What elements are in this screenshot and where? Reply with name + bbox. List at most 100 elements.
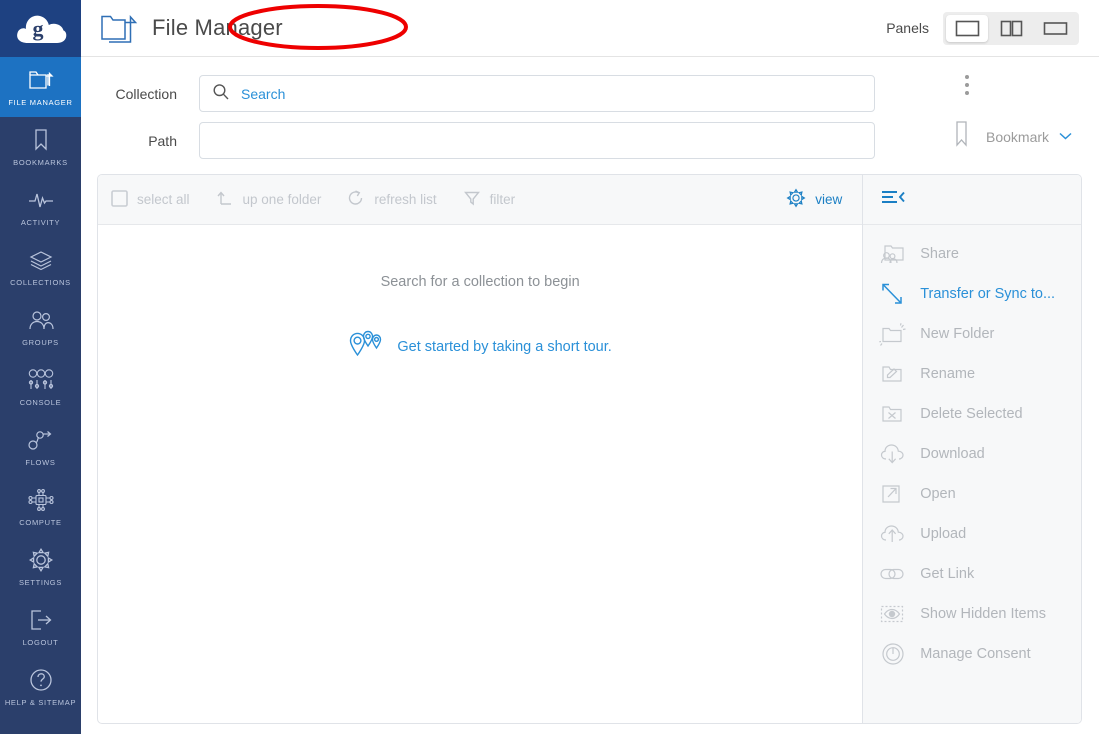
action-label: Get Link bbox=[920, 566, 975, 582]
sidebar-item-label: CONSOLE bbox=[19, 398, 62, 407]
empty-message: Search for a collection to begin bbox=[380, 274, 580, 290]
kebab-dot bbox=[965, 83, 969, 87]
open-external-icon bbox=[878, 482, 908, 506]
flow-nodes-icon bbox=[27, 427, 55, 453]
page-title: File Manager bbox=[152, 15, 283, 40]
sidebar-item-bookmarks[interactable]: BOOKMARKS bbox=[0, 117, 81, 177]
people-icon bbox=[27, 307, 55, 333]
eye-icon bbox=[878, 603, 908, 625]
sidebar-item-label: FLOWS bbox=[25, 458, 56, 467]
question-icon bbox=[28, 667, 54, 693]
sidebar-item-logout[interactable]: LOGOUT bbox=[0, 597, 81, 657]
content-region: File Manager Panels Collection Search Pa… bbox=[81, 0, 1099, 734]
panels-control: Panels bbox=[886, 11, 1079, 45]
share-folder-icon bbox=[878, 242, 908, 266]
sidebar-item-groups[interactable]: GROUPS bbox=[0, 297, 81, 357]
power-icon bbox=[878, 641, 908, 667]
action-manage-consent[interactable]: Manage Consent bbox=[863, 634, 1081, 674]
dual-panel-button[interactable] bbox=[990, 15, 1032, 42]
sidebar-item-label: HELP & SITEMAP bbox=[4, 698, 77, 707]
action-open[interactable]: Open bbox=[863, 474, 1081, 514]
app-root: g FILE MANAGER BOOKMARKS ACTIVITY COLLEC… bbox=[0, 0, 1099, 734]
up-one-folder-label: up one folder bbox=[242, 192, 322, 207]
action-label: Delete Selected bbox=[920, 406, 1023, 422]
path-input[interactable] bbox=[199, 122, 875, 159]
panels-button-group bbox=[943, 11, 1079, 45]
kebab-dot bbox=[965, 75, 969, 79]
sidebar-item-help-sitemap[interactable]: HELP & SITEMAP bbox=[0, 657, 81, 717]
checkbox-icon bbox=[111, 189, 128, 210]
action-label: New Folder bbox=[920, 326, 995, 342]
refresh-list-button[interactable]: refresh list bbox=[347, 189, 437, 210]
pulse-icon bbox=[27, 187, 55, 213]
layers-icon bbox=[28, 247, 54, 273]
more-options-button[interactable] bbox=[961, 71, 973, 99]
sidebar-item-label: COLLECTIONS bbox=[10, 278, 71, 287]
action-label: Show Hidden Items bbox=[920, 606, 1046, 622]
chevron-down-icon bbox=[1058, 128, 1073, 146]
action-transfer-or-sync[interactable]: Transfer or Sync to... bbox=[863, 274, 1081, 314]
copy-folder-icon bbox=[99, 11, 138, 45]
up-arrow-icon bbox=[216, 189, 234, 210]
action-upload[interactable]: Upload bbox=[863, 514, 1081, 554]
collection-label: Collection bbox=[115, 85, 177, 102]
bookmark-icon bbox=[31, 127, 51, 153]
collapse-panel-button[interactable] bbox=[880, 188, 906, 211]
take-tour-link[interactable]: Get started by taking a short tour. bbox=[348, 330, 612, 363]
action-new-folder[interactable]: New Folder bbox=[863, 314, 1081, 354]
rename-pencil-icon bbox=[878, 362, 908, 386]
link-icon bbox=[878, 564, 908, 584]
action-label: Transfer or Sync to... bbox=[920, 286, 1056, 302]
sidebar-item-settings[interactable]: SETTINGS bbox=[0, 537, 81, 597]
action-show-hidden-items[interactable]: Show Hidden Items bbox=[863, 594, 1081, 634]
map-pins-icon bbox=[348, 330, 384, 363]
sidebar-item-label: ACTIVITY bbox=[20, 218, 61, 227]
path-row: Path bbox=[81, 122, 1099, 159]
sidebar-item-console[interactable]: CONSOLE bbox=[0, 357, 81, 417]
sidebar-item-compute[interactable]: COMPUTE bbox=[0, 477, 81, 537]
bookmark-icon bbox=[953, 119, 970, 154]
action-label: Download bbox=[920, 446, 985, 462]
action-delete-selected[interactable]: Delete Selected bbox=[863, 394, 1081, 434]
transfer-arrow-icon bbox=[878, 281, 908, 307]
sidebar-item-file-manager[interactable]: FILE MANAGER bbox=[0, 57, 81, 117]
up-one-folder-button[interactable]: up one folder bbox=[216, 189, 322, 210]
single-panel-button[interactable] bbox=[946, 14, 988, 42]
sidebar-item-activity[interactable]: ACTIVITY bbox=[0, 177, 81, 237]
sidebar-item-flows[interactable]: FLOWS bbox=[0, 417, 81, 477]
action-rename[interactable]: Rename bbox=[863, 354, 1081, 394]
file-list-panel: select all up one folder refresh list fi… bbox=[98, 175, 864, 723]
download-cloud-icon bbox=[878, 442, 908, 466]
sliders-icon bbox=[26, 367, 56, 393]
svg-text:g: g bbox=[32, 16, 43, 41]
bookmark-label: Bookmark bbox=[986, 128, 1050, 145]
refresh-icon bbox=[347, 189, 365, 210]
sidebar-item-collections[interactable]: COLLECTIONS bbox=[0, 237, 81, 297]
kebab-dot bbox=[965, 91, 969, 95]
file-browser-card: select all up one folder refresh list fi… bbox=[97, 174, 1082, 724]
sidebar-item-label: BOOKMARKS bbox=[13, 158, 68, 167]
wide-panel-button[interactable] bbox=[1034, 15, 1076, 42]
app-logo[interactable]: g bbox=[0, 0, 81, 57]
delete-x-icon bbox=[878, 402, 908, 426]
actions-list: Share Transfer or Sync to... New Folder … bbox=[863, 225, 1081, 674]
refresh-list-label: refresh list bbox=[374, 192, 437, 207]
upload-cloud-icon bbox=[878, 522, 908, 546]
chip-icon bbox=[26, 487, 56, 513]
list-toolbar: select all up one folder refresh list fi… bbox=[98, 175, 863, 225]
select-all-label: select all bbox=[137, 192, 190, 207]
action-share[interactable]: Share bbox=[863, 234, 1081, 274]
select-all-button[interactable]: select all bbox=[111, 189, 190, 210]
collection-search-input[interactable]: Search bbox=[199, 75, 875, 112]
search-icon bbox=[212, 83, 230, 104]
sidebar-item-label: SETTINGS bbox=[18, 578, 63, 587]
actions-panel: Share Transfer or Sync to... New Folder … bbox=[863, 175, 1081, 723]
view-button[interactable]: view bbox=[786, 188, 842, 211]
bookmark-dropdown[interactable]: Bookmark bbox=[953, 119, 1073, 154]
action-label: Manage Consent bbox=[920, 646, 1031, 662]
filter-button[interactable]: filter bbox=[463, 189, 515, 210]
action-label: Share bbox=[920, 246, 959, 262]
action-download[interactable]: Download bbox=[863, 434, 1081, 474]
action-get-link[interactable]: Get Link bbox=[863, 554, 1081, 594]
sidebar-item-label: FILE MANAGER bbox=[8, 98, 73, 107]
